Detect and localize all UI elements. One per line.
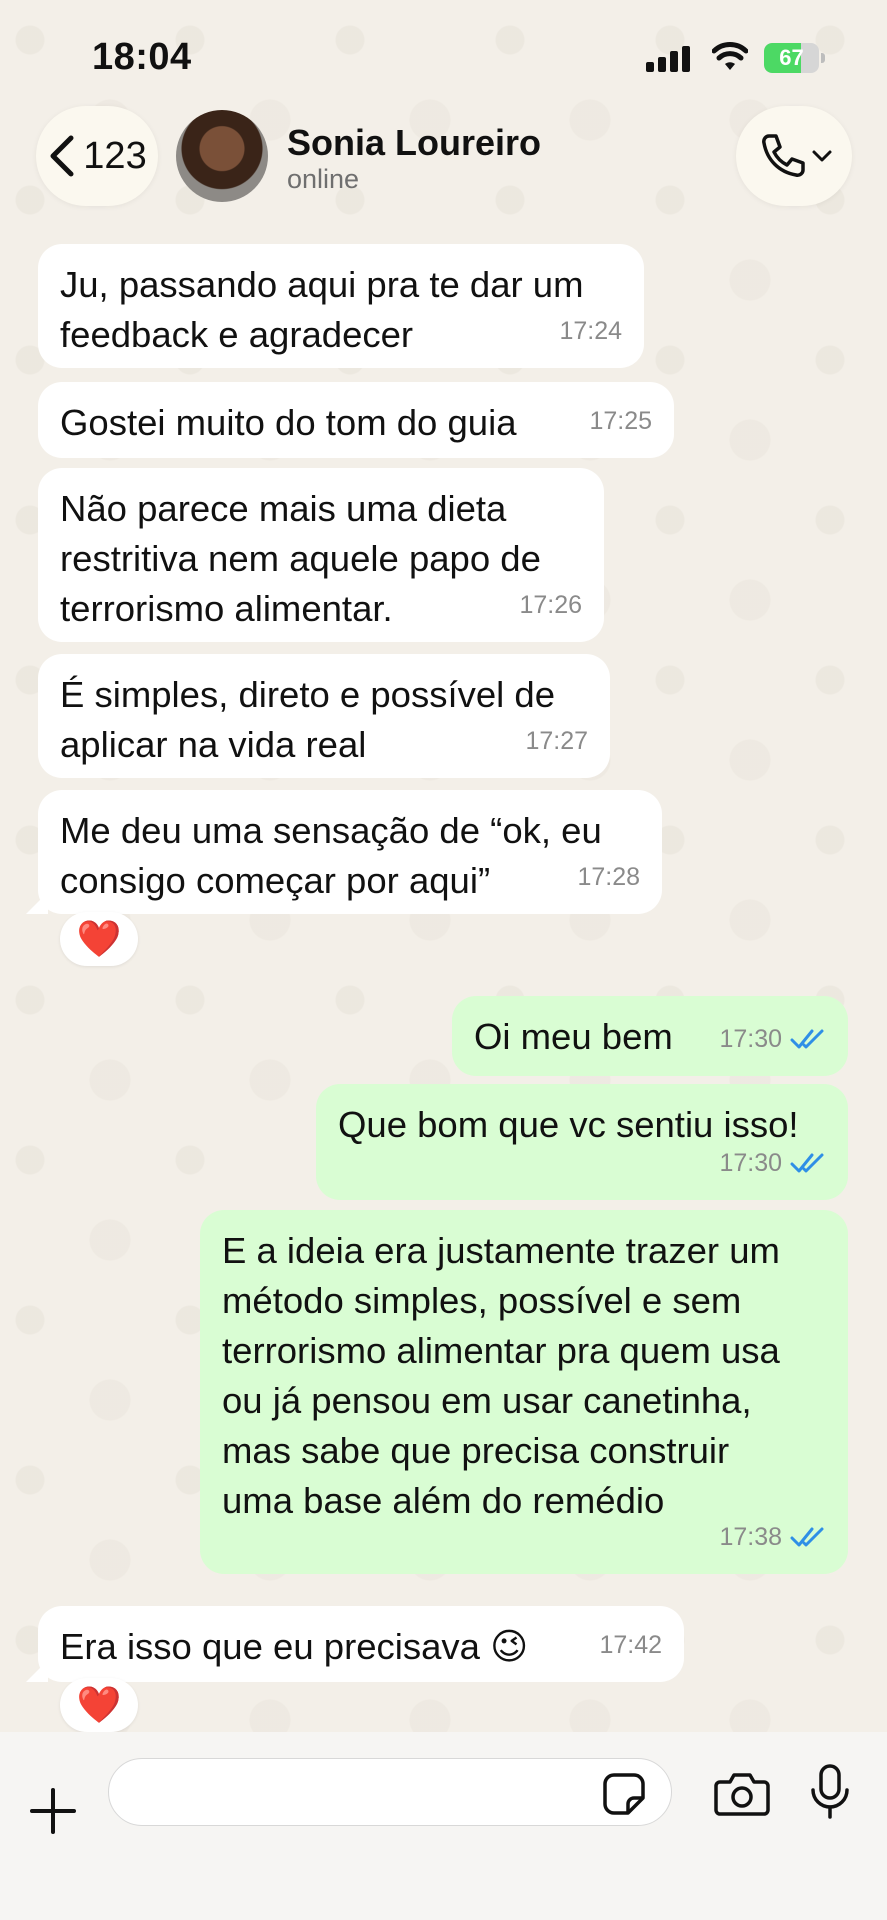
call-button[interactable]	[736, 106, 852, 206]
chat-header: 123 Sonia Loureiro online	[0, 104, 887, 214]
message-bubble[interactable]: Ju, passando aqui pra te dar um feedback…	[38, 244, 644, 368]
chevron-left-icon	[50, 135, 74, 177]
chevron-down-icon	[812, 150, 832, 162]
camera-icon[interactable]	[714, 1770, 770, 1818]
message-text: E a ideia era justamente trazer um métod…	[222, 1230, 780, 1521]
microphone-icon[interactable]	[810, 1764, 850, 1820]
message-time: 17:38	[719, 1523, 782, 1551]
plus-icon[interactable]	[28, 1786, 78, 1836]
message-time: 17:28	[577, 863, 640, 891]
message-bubble[interactable]: Era isso que eu precisava 😉 17:42	[38, 1606, 684, 1682]
message-text: Ju, passando aqui pra te dar um feedback…	[60, 264, 584, 355]
message-text: Era isso que eu precisava 😉	[60, 1626, 529, 1667]
message-time: 17:24	[559, 317, 622, 345]
status-bar: 18:04 67	[0, 0, 887, 110]
wifi-icon	[712, 42, 748, 70]
contact-name[interactable]: Sonia Loureiro	[287, 122, 541, 164]
phone-icon	[762, 134, 805, 177]
battery-indicator: 67	[764, 43, 825, 73]
message-bubble[interactable]: E a ideia era justamente trazer um métod…	[200, 1210, 848, 1574]
double-check-icon	[790, 1153, 824, 1173]
reaction-badge[interactable]: ❤️	[60, 912, 138, 966]
message-time: 17:30	[719, 1149, 782, 1177]
message-time: 17:26	[519, 591, 582, 619]
message-bubble[interactable]: Oi meu bem 17:30	[452, 996, 848, 1076]
input-bar	[0, 1732, 887, 1920]
status-time: 18:04	[92, 36, 192, 78]
reaction-badge[interactable]: ❤️	[60, 1678, 138, 1732]
double-check-icon	[790, 1527, 824, 1547]
message-time: 17:30	[719, 1025, 782, 1053]
message-input[interactable]	[108, 1758, 672, 1826]
message-bubble[interactable]: Não parece mais uma dieta restritiva nem…	[38, 468, 604, 642]
contact-status: online	[287, 164, 360, 194]
message-time: 17:25	[589, 407, 652, 435]
sticker-icon[interactable]	[602, 1772, 646, 1816]
signal-icon	[646, 46, 690, 72]
message-text: Não parece mais uma dieta restritiva nem…	[60, 488, 541, 629]
message-time: 17:42	[599, 1631, 662, 1659]
message-bubble[interactable]: Gostei muito do tom do guia 17:25	[38, 382, 674, 458]
message-bubble[interactable]: Me deu uma sensação de “ok, eu consigo c…	[38, 790, 662, 914]
message-text: É simples, direto e possível de aplicar …	[60, 674, 556, 765]
message-text: Gostei muito do tom do guia	[60, 402, 517, 443]
double-check-icon	[790, 1029, 824, 1049]
message-time: 17:27	[525, 727, 588, 755]
battery-level: 67	[779, 45, 804, 70]
message-bubble[interactable]: É simples, direto e possível de aplicar …	[38, 654, 610, 778]
message-text: Me deu uma sensação de “ok, eu consigo c…	[60, 810, 602, 901]
unread-count: 123	[83, 134, 147, 177]
back-button[interactable]: 123	[36, 106, 158, 206]
avatar[interactable]	[176, 110, 268, 202]
message-bubble[interactable]: Que bom que vc sentiu isso! 17:30	[316, 1084, 848, 1200]
